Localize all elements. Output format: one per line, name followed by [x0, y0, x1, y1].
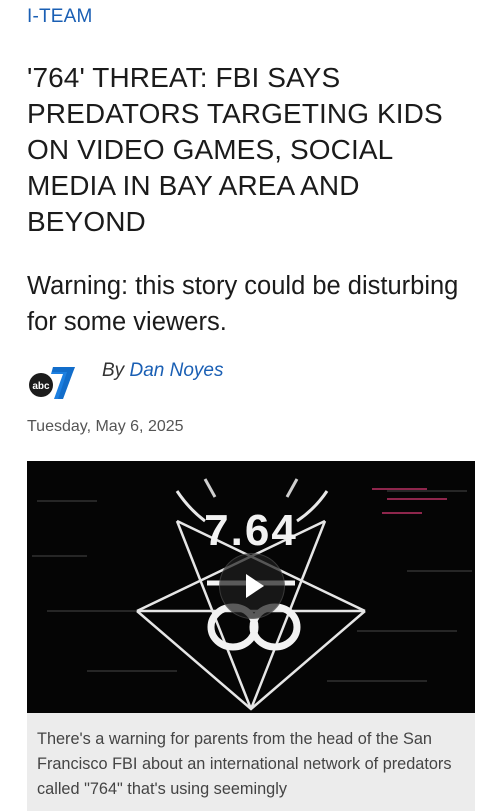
author-link[interactable]: Dan Noyes	[129, 360, 223, 381]
section-link-i-team[interactable]: I-TEAM	[27, 6, 93, 28]
video-overlay-title: 7.64	[204, 506, 298, 555]
abc7-logo-icon: abc	[29, 367, 75, 399]
video-caption: There's a warning for parents from the h…	[37, 730, 452, 798]
play-icon[interactable]	[219, 553, 285, 619]
video-caption-box: There's a warning for parents from the h…	[27, 713, 475, 811]
article-headline: '764' THREAT: FBI SAYS PREDATORS TARGETI…	[27, 62, 443, 237]
byline-row: abc By Dan Noyes	[27, 356, 477, 406]
publish-date: Tuesday, May 6, 2025	[27, 418, 184, 435]
byline-prefix: By	[102, 360, 125, 381]
byline: By Dan Noyes	[102, 360, 223, 382]
logo-abc-text: abc	[32, 381, 50, 392]
content-warning: Warning: this story could be disturbing …	[27, 272, 459, 336]
video-player[interactable]: 7.64	[27, 461, 475, 713]
article-page: I-TEAM '764' THREAT: FBI SAYS PREDATORS …	[0, 0, 500, 811]
